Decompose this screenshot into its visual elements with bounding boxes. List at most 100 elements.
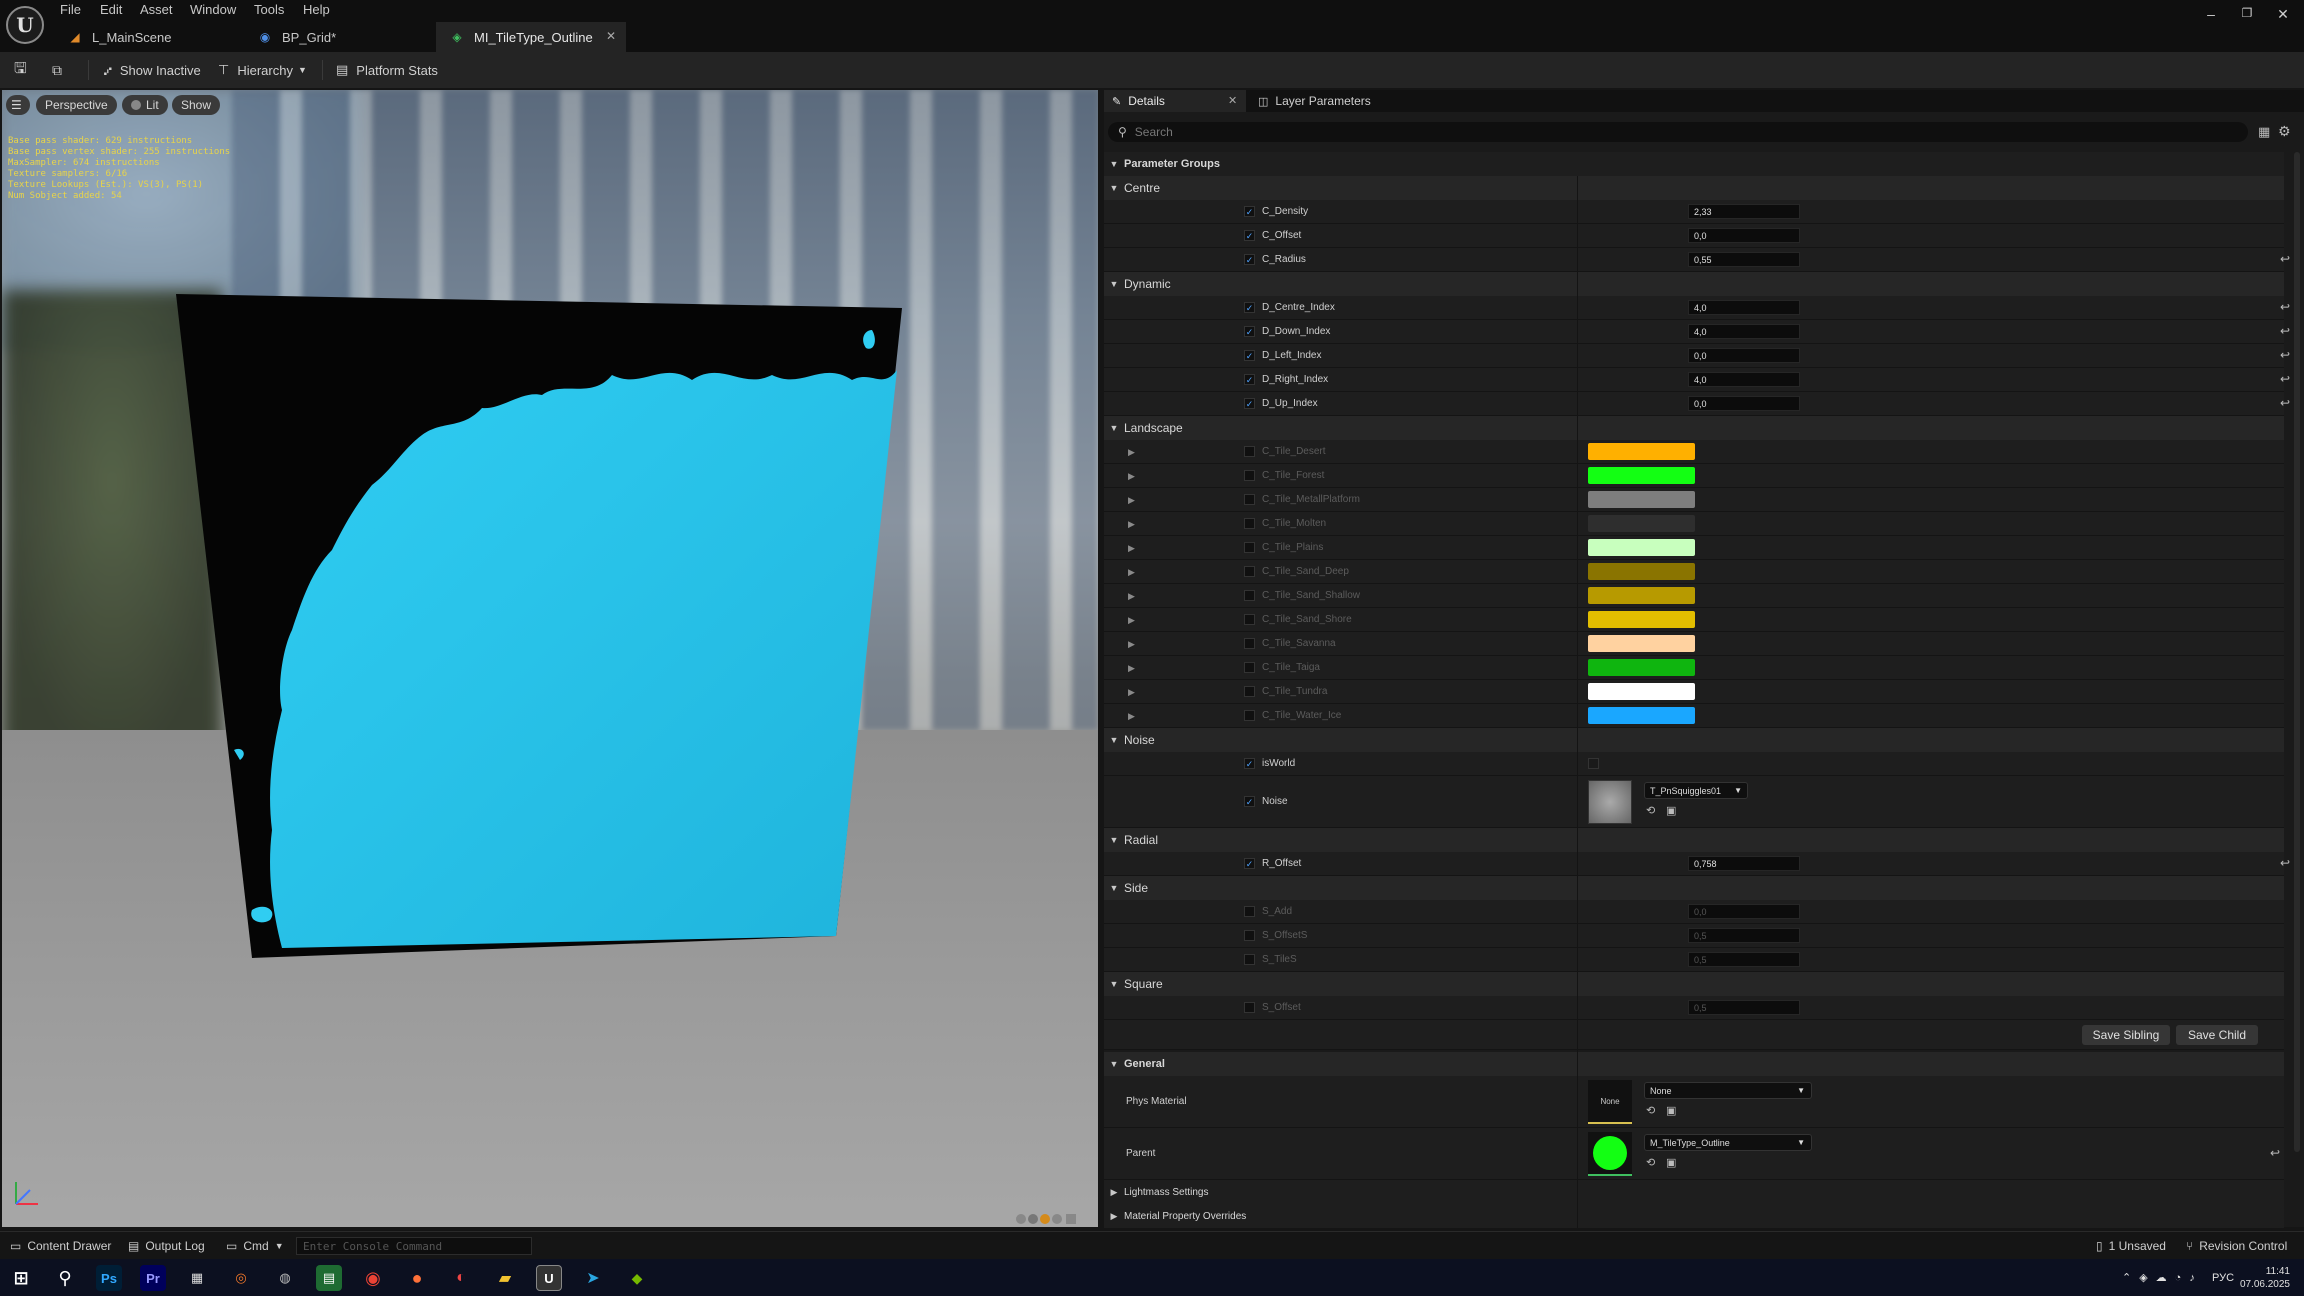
expand-arrow-icon[interactable]: ▶ [1128,591,1135,602]
isworld-checkbox[interactable] [1588,758,1599,769]
override-checkbox[interactable] [1244,566,1255,577]
override-checkbox[interactable] [1244,686,1255,697]
override-checkbox[interactable] [1244,446,1255,457]
gear-icon[interactable]: ⚙ [2278,123,2291,140]
reset-arrow-icon[interactable]: ↩ [2280,252,2290,266]
photoshop-icon[interactable]: Ps [96,1265,122,1291]
menu-edit[interactable]: Edit [100,2,122,17]
param-value-input[interactable]: 0,5 [1688,952,1800,967]
override-checkbox[interactable] [1244,590,1255,601]
override-checkbox[interactable] [1244,614,1255,625]
expand-arrow-icon[interactable]: ▶ [1128,447,1135,458]
color-swatch[interactable] [1588,467,1695,484]
expand-arrow-icon[interactable]: ▶ [1128,495,1135,506]
revision-control-button[interactable]: ⑂ Revision Control [2186,1232,2287,1260]
override-checkbox[interactable] [1244,1002,1255,1013]
texture-dropdown[interactable]: T_PnSquiggles01 ▼ [1644,782,1748,799]
phys-material-thumbnail[interactable]: None [1588,1080,1632,1124]
param-value-input[interactable]: 4,0 [1688,372,1800,387]
expand-arrow-icon[interactable]: ▶ [1128,687,1135,698]
override-checkbox[interactable] [1244,542,1255,553]
minimize-icon[interactable]: – [2196,6,2226,26]
color-swatch[interactable] [1588,515,1695,532]
calculator-icon[interactable]: ▦ [184,1265,210,1291]
override-checkbox[interactable]: ✓ [1244,796,1255,807]
param-value-input[interactable]: 4,0 [1688,300,1800,315]
color-swatch[interactable] [1588,635,1695,652]
tray-icons[interactable]: ⌃◈☁◔♪ [2122,1259,2203,1296]
browse-folder-icon[interactable]: ▣ [1666,1156,1676,1169]
show-button[interactable]: Show [172,95,221,115]
nvidia-icon[interactable]: ◆ [624,1265,650,1291]
tab-l-mainscene[interactable]: ◢ L_MainScene [54,22,244,52]
override-checkbox[interactable]: ✓ [1244,206,1255,217]
clock[interactable]: 11:41 07.06.2025 [2240,1259,2290,1296]
category-noise[interactable]: ▼ Noise [1104,728,2284,752]
param-value-input[interactable]: 2,33 [1688,204,1800,219]
override-checkbox[interactable] [1244,494,1255,505]
phys-material-dropdown[interactable]: None ▼ [1644,1082,1812,1099]
reset-arrow-icon[interactable]: ↩ [2280,396,2290,410]
tab-bp-grid[interactable]: ◉ BP_Grid* [244,22,434,52]
reset-arrow-icon[interactable]: ↩ [2270,1146,2280,1160]
override-checkbox[interactable]: ✓ [1244,350,1255,361]
save-child-button[interactable]: Save Child [2176,1025,2258,1045]
reset-arrow-icon[interactable]: ↩ [2280,856,2290,870]
reset-arrow-icon[interactable]: ↩ [2280,372,2290,386]
color-swatch[interactable] [1588,683,1695,700]
cmd-dropdown[interactable]: ▭ Cmd ▼ [226,1232,284,1260]
browse-folder-icon[interactable]: ▣ [1666,1104,1676,1117]
param-value-input[interactable]: 0,0 [1688,348,1800,363]
parameter-groups-header[interactable]: ▼ Parameter Groups [1104,152,2284,176]
show-inactive-button[interactable]: ⑇ Show Inactive [104,52,201,88]
color-swatch[interactable] [1588,491,1695,508]
platform-stats-button[interactable]: ▤ Platform Stats [336,52,438,88]
expand-arrow-icon[interactable]: ▶ [1128,567,1135,578]
override-checkbox[interactable] [1244,906,1255,917]
override-checkbox[interactable] [1244,930,1255,941]
viewport-menu-icon[interactable]: ☰ [6,95,30,115]
override-checkbox[interactable] [1244,662,1255,673]
category-landscape[interactable]: ▼ Landscape [1104,416,2284,440]
expand-arrow-icon[interactable]: ▶ [1128,663,1135,674]
tab-details[interactable]: ✎ Details ✕ [1104,90,1246,112]
sheet-icon[interactable]: ▤ [316,1265,342,1291]
use-selected-icon[interactable]: ⟲ [1646,1104,1655,1117]
category-square[interactable]: ▼ Square [1104,972,2284,996]
override-checkbox[interactable]: ✓ [1244,758,1255,769]
lightmass-settings[interactable]: ▶ Lightmass Settings [1104,1180,2284,1204]
reset-arrow-icon[interactable]: ↩ [2280,300,2290,314]
steam-icon[interactable]: ◍ [272,1265,298,1291]
windows-start-icon[interactable]: ⊞ [8,1265,34,1291]
output-log-button[interactable]: ▤ Output Log [128,1232,205,1260]
param-value-input[interactable]: 4,0 [1688,324,1800,339]
browse-icon[interactable]: ⧉ [52,52,62,88]
use-selected-icon[interactable]: ⟲ [1646,1156,1655,1169]
menu-file[interactable]: File [60,2,81,17]
color-swatch[interactable] [1588,707,1695,724]
override-checkbox[interactable]: ✓ [1244,858,1255,869]
color-swatch[interactable] [1588,443,1695,460]
menu-window[interactable]: Window [190,2,236,17]
override-checkbox[interactable] [1244,518,1255,529]
category-side[interactable]: ▼ Side [1104,876,2284,900]
override-checkbox[interactable]: ✓ [1244,326,1255,337]
firefox-icon[interactable]: ● [404,1265,430,1291]
restore-icon[interactable]: ❐ [2232,6,2262,26]
expand-arrow-icon[interactable]: ▶ [1128,519,1135,530]
unreal-logo-icon[interactable]: U [6,6,44,44]
unreal-editor-icon[interactable]: U [536,1265,562,1291]
category-dynamic[interactable]: ▼ Dynamic [1104,272,2284,296]
color-swatch[interactable] [1588,611,1695,628]
menu-asset[interactable]: Asset [140,2,173,17]
override-checkbox[interactable]: ✓ [1244,398,1255,409]
perspective-button[interactable]: Perspective [36,95,117,115]
lit-button[interactable]: Lit [122,95,168,115]
color-swatch[interactable] [1588,587,1695,604]
category-general[interactable]: ▼ General [1104,1052,2284,1076]
override-checkbox[interactable]: ✓ [1244,302,1255,313]
preview-shape-icons[interactable] [1014,1212,1094,1226]
override-checkbox[interactable] [1244,710,1255,721]
premiere-icon[interactable]: Pr [140,1265,166,1291]
search-input[interactable]: ⚲ Search [1108,122,2248,142]
